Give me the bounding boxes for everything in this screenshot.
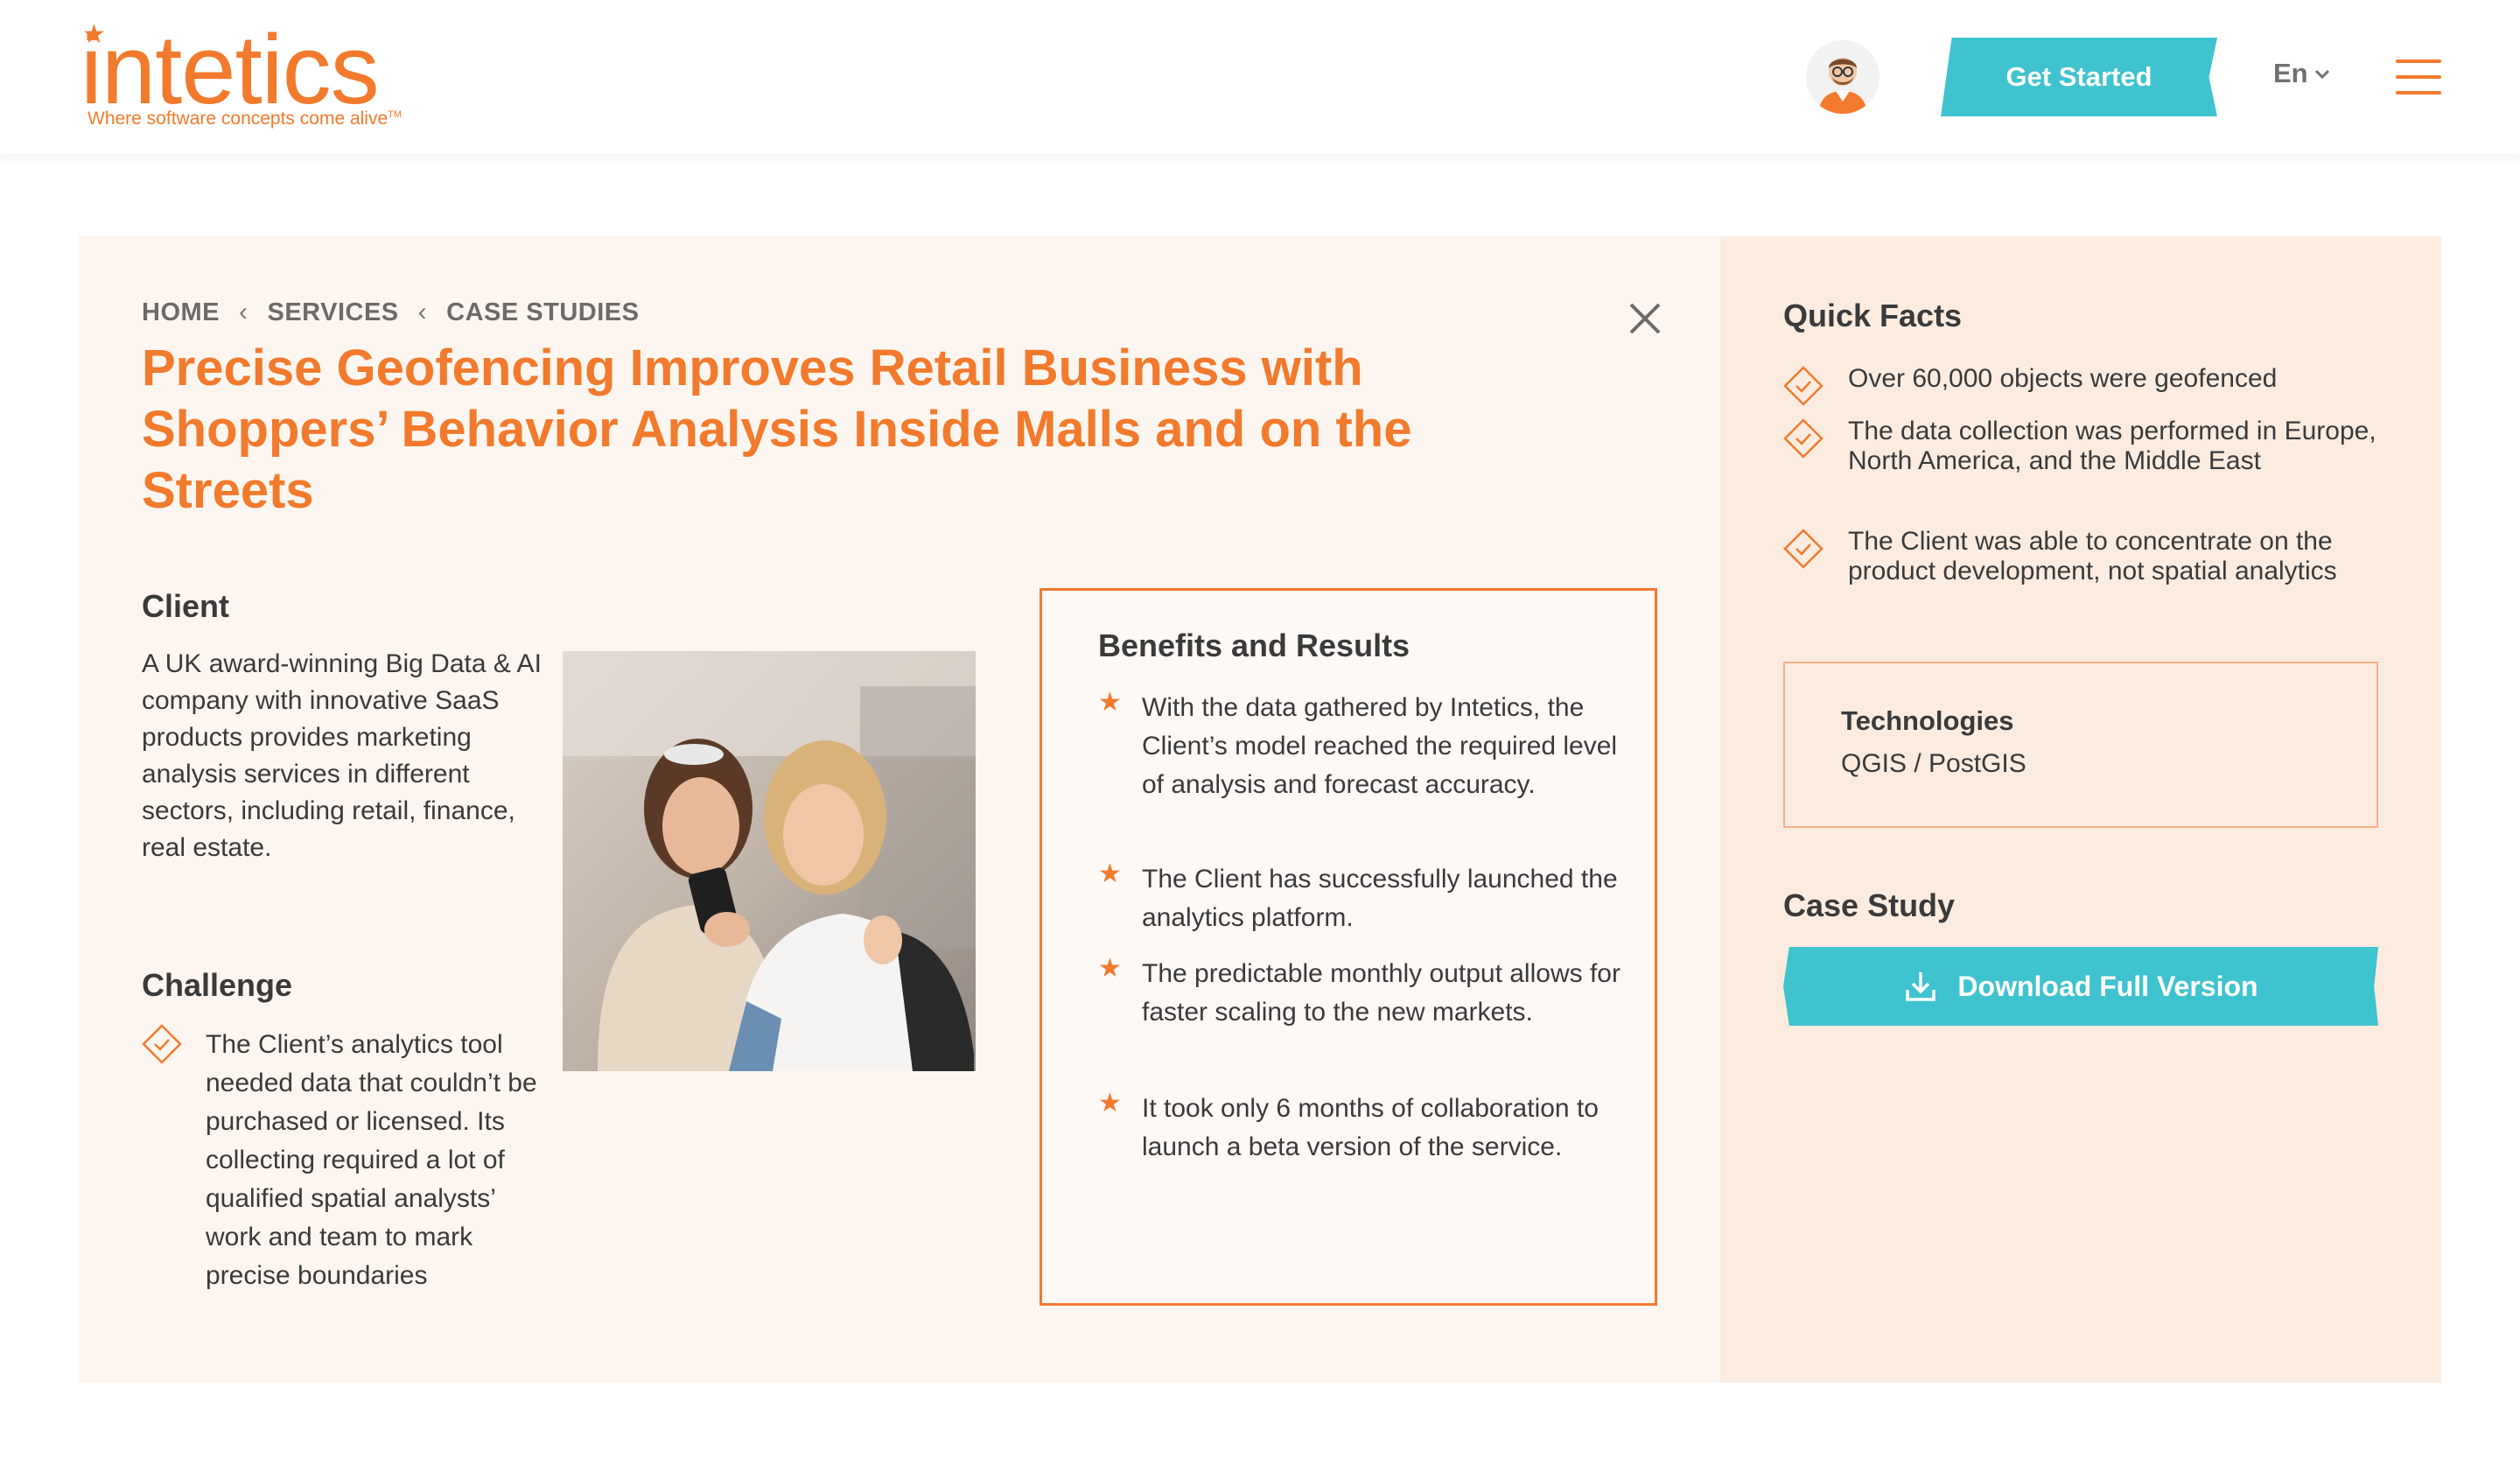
download-icon <box>1906 972 1936 1001</box>
client-description: A UK award-winning Big Data & AI company… <box>142 649 542 862</box>
case-study-card: HOME ‹ SERVICES ‹ CASE STUDIES Precise G… <box>79 236 1720 1383</box>
page-title: Precise Geofencing Improves Retail Busin… <box>142 340 1412 519</box>
case-study-heading: Case Study <box>1783 887 1956 923</box>
benefits-heading: Benefits and Results <box>1098 627 1410 663</box>
logo-tagline: Where software concepts come aliveTM <box>88 109 402 129</box>
download-label: Download Full Version <box>1957 970 2258 1002</box>
breadcrumb-services[interactable]: SERVICES <box>268 298 399 327</box>
consultant-avatar[interactable] <box>1806 40 1880 114</box>
shoppers-photo <box>563 651 976 1071</box>
technologies-heading: Technologies <box>1841 705 2014 736</box>
star-icon: ★ <box>1098 954 1122 983</box>
chevron-left-icon: ‹ <box>417 298 428 326</box>
benefit-text: The Client has successfully launched the… <box>1142 865 1618 932</box>
challenge-description: The Client’s analytics tool needed data … <box>206 1030 537 1290</box>
benefit-text: The predictable monthly output allows fo… <box>1142 959 1620 1027</box>
quick-facts-heading: Quick Facts <box>1783 298 1963 333</box>
diamond-check-icon <box>1783 366 1824 406</box>
quick-fact-text: The data collection was performed in Eur… <box>1848 417 2376 475</box>
quick-fact-text: The Client was able to concentrate on th… <box>1848 527 2337 585</box>
download-full-version-button[interactable]: Download Full Version <box>1783 947 2378 1026</box>
site-header: ★ intetics Where software concepts come … <box>0 0 2520 154</box>
diamond-check-icon <box>142 1024 182 1064</box>
benefits-box: Benefits and Results ★ With the data gat… <box>1040 588 1657 1306</box>
chevron-left-icon: ‹ <box>239 298 248 326</box>
quick-fact-text: Over 60,000 objects were geofenced <box>1848 364 2278 393</box>
star-icon: ★ <box>1098 688 1122 717</box>
challenge-heading: Challenge <box>142 967 293 1003</box>
benefit-text: With the data gathered by Intetics, the … <box>1142 693 1618 799</box>
quick-facts-sidebar: Quick Facts Over 60,000 objects were geo… <box>1720 236 2441 1383</box>
logo-wordmark: intetics <box>80 15 380 124</box>
hamburger-menu-icon[interactable] <box>2396 60 2441 95</box>
client-heading: Client <box>142 588 230 624</box>
intetics-logo[interactable]: ★ intetics Where software concepts come … <box>80 15 448 135</box>
technologies-box: Technologies QGIS / PostGIS <box>1783 662 2378 828</box>
language-selector[interactable]: En <box>2273 58 2331 89</box>
breadcrumb-home[interactable]: HOME <box>142 298 220 327</box>
benefit-text: It took only 6 months of collaboration t… <box>1142 1094 1599 1161</box>
close-icon[interactable] <box>1626 299 1664 338</box>
breadcrumb: HOME ‹ SERVICES ‹ CASE STUDIES <box>142 298 639 327</box>
star-icon: ★ <box>1098 1089 1122 1118</box>
language-label: En <box>2273 58 2308 88</box>
technologies-value: QGIS / PostGIS <box>1841 749 2026 778</box>
diamond-check-icon <box>1783 418 1824 459</box>
diamond-check-icon <box>1783 529 1824 569</box>
breadcrumb-case-studies[interactable]: CASE STUDIES <box>446 298 639 327</box>
get-started-button[interactable]: Get Started <box>1941 38 2217 116</box>
star-icon: ★ <box>1098 859 1122 888</box>
chevron-down-icon <box>2314 69 2329 80</box>
